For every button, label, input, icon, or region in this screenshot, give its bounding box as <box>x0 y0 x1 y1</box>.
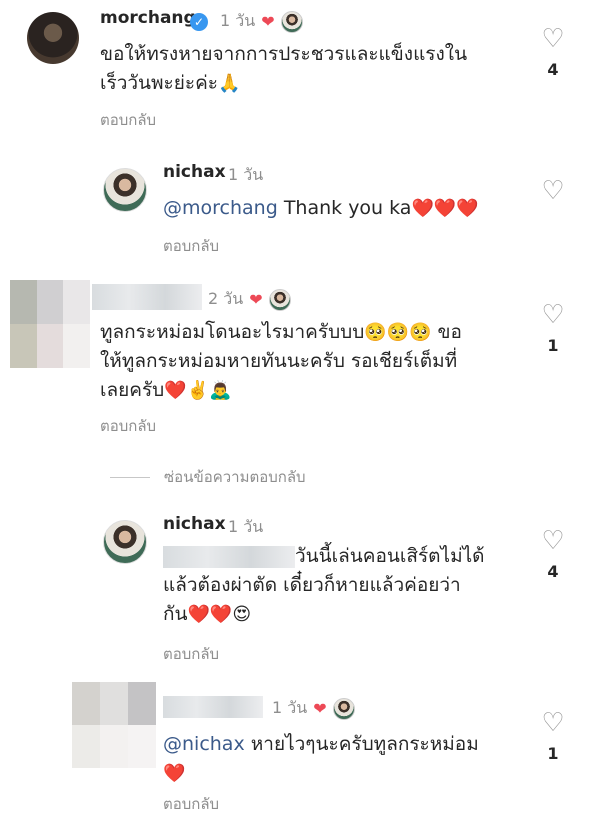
comment-username[interactable]: nichax <box>163 162 226 182</box>
like-control: ♡ 4 <box>538 26 568 79</box>
reply-nichax-2: nichax 1 วัน วันนี้เล่นคอนเสิร์ตไม่ได้ แ… <box>0 508 600 668</box>
comment-username[interactable]: morchang <box>100 8 196 28</box>
comment-meta: 1 วัน <box>228 163 263 188</box>
comment-meta: 2 วัน ❤ <box>208 287 291 312</box>
like-control: ♡ 1 <box>538 710 568 763</box>
like-heart-icon[interactable]: ♡ <box>538 302 568 328</box>
hide-replies-toggle[interactable]: ซ่อนข้อความตอบกลับ <box>110 465 306 489</box>
like-control: ♡ 1 <box>538 302 568 355</box>
reply-button[interactable]: ตอบกลับ <box>100 108 156 132</box>
comment-redacted-user: 2 วัน ❤ ทูลกระหม่อมโดนอะไรมาครับบบ🥺🥺🥺 ขอ… <box>0 280 600 440</box>
comment-time: 1 วัน <box>228 517 264 536</box>
redacted-username <box>92 284 202 310</box>
comment-meta: ✓ 1 วัน ❤ <box>190 9 303 34</box>
mention-link[interactable]: @morchang <box>163 197 278 219</box>
author-liked-heart-icon: ❤ <box>249 290 263 309</box>
mention-link[interactable]: @nichax <box>163 733 245 755</box>
avatar[interactable] <box>72 682 156 768</box>
avatar[interactable] <box>27 12 79 64</box>
author-liked-heart-icon: ❤ <box>313 699 327 718</box>
like-heart-icon[interactable]: ♡ <box>538 528 568 554</box>
comment-text: วันนี้เล่นคอนเสิร์ตไม่ได้ แล้วต้องผ่าตัด… <box>163 545 485 625</box>
comment-time: 1 วัน <box>220 11 256 30</box>
comment-username[interactable]: nichax <box>163 514 226 534</box>
like-count: 1 <box>547 744 559 763</box>
comment-text: @morchang Thank you ka❤️❤️❤️ <box>163 197 479 219</box>
redacted-username <box>163 696 263 718</box>
comment-morchang: morchang ✓ 1 วัน ❤ ขอให้ทรงหายจากการประช… <box>0 0 600 140</box>
reply-redacted-user: 1 วัน ❤ @nichax หายไวๆนะครับทูลกระหม่อม … <box>0 682 600 831</box>
reply-button[interactable]: ตอบกลับ <box>100 414 156 438</box>
comment-text: ทูลกระหม่อมโดนอะไรมาครับบบ🥺🥺🥺 ขอ ให้ทูลก… <box>100 321 462 401</box>
avatar[interactable] <box>10 280 90 368</box>
like-count: 1 <box>547 336 559 355</box>
comment-time: 2 วัน <box>208 289 244 308</box>
comment-time: 1 วัน <box>228 165 264 184</box>
reply-button[interactable]: ตอบกลับ <box>163 792 219 816</box>
author-avatar-icon <box>268 288 291 311</box>
hide-replies-label[interactable]: ซ่อนข้อความตอบกลับ <box>164 465 306 489</box>
like-control: ♡ 4 <box>538 528 568 581</box>
like-heart-icon[interactable]: ♡ <box>538 178 568 204</box>
like-heart-icon[interactable]: ♡ <box>538 26 568 52</box>
comment-text: ขอให้ทรงหายจากการประชวรและแข็งแรงใน เร็ว… <box>100 43 468 94</box>
avatar[interactable] <box>103 168 147 212</box>
like-control: ♡ <box>538 178 568 204</box>
comment-time: 1 วัน <box>272 698 308 717</box>
comment-meta: 1 วัน ❤ <box>272 696 355 721</box>
author-liked-heart-icon: ❤ <box>261 12 275 31</box>
author-avatar-icon <box>280 10 303 33</box>
like-count: 4 <box>547 562 559 581</box>
reply-nichax-1: nichax 1 วัน @morchang Thank you ka❤️❤️❤… <box>0 150 600 260</box>
verified-badge-icon: ✓ <box>190 12 208 31</box>
divider <box>110 476 150 478</box>
avatar[interactable] <box>103 520 147 564</box>
redacted-mention <box>163 545 295 568</box>
comment-meta: 1 วัน <box>228 515 263 540</box>
reply-button[interactable]: ตอบกลับ <box>163 234 219 258</box>
reply-button[interactable]: ตอบกลับ <box>163 642 219 666</box>
comment-text: @nichax หายไวๆนะครับทูลกระหม่อม ❤️ <box>163 733 479 784</box>
like-count: 4 <box>547 60 559 79</box>
author-avatar-icon <box>332 697 355 720</box>
like-heart-icon[interactable]: ♡ <box>538 710 568 736</box>
